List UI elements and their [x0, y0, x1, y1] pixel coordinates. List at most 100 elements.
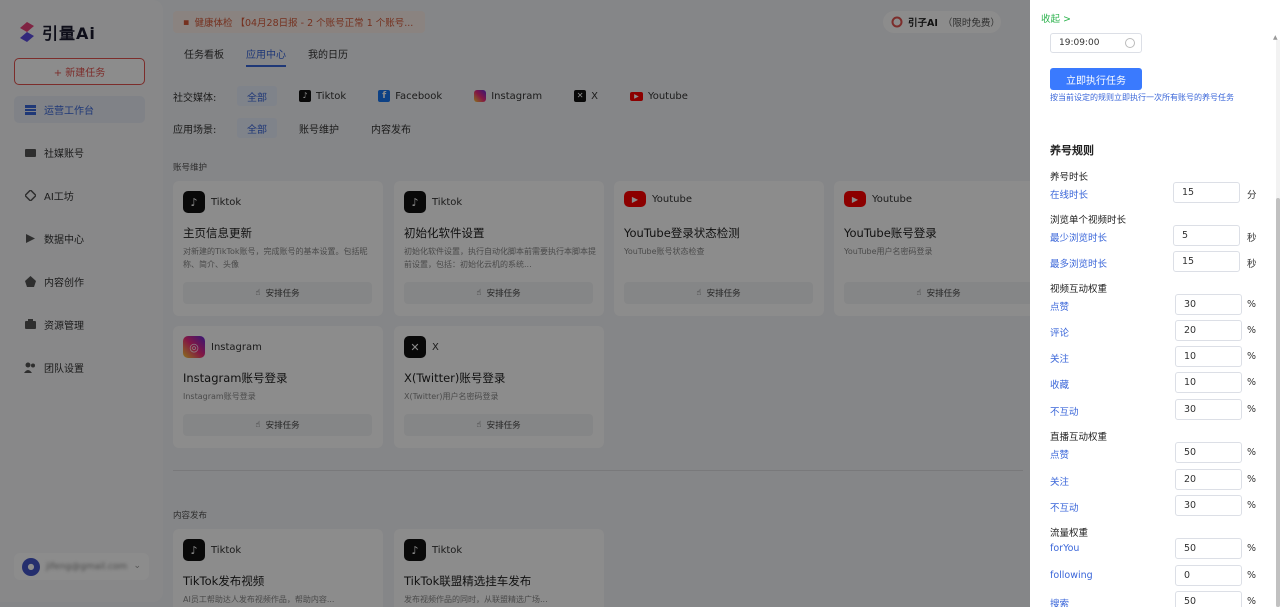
- main-app: 引量Ai + 新建任务 运营工作台 社媒账号 AI工坊 数据中心 内容创作 资源…: [0, 0, 1044, 607]
- execute-time-input[interactable]: 19:09:00: [1050, 33, 1142, 53]
- card-desc: 对新建的TikTok账号，完成账号的基本设置。包括昵称、简介、头像: [183, 247, 368, 269]
- filter-label: Youtube: [647, 90, 688, 102]
- sidebar-item-resources[interactable]: 资源管理: [14, 311, 145, 338]
- foryou-input[interactable]: 50: [1175, 538, 1242, 559]
- schedule-task-button[interactable]: ☝ 安排任务: [183, 282, 372, 304]
- schedule-task-button[interactable]: ☝ 安排任务: [844, 282, 1033, 304]
- card-desc: 初始化软件设置，执行自动化脚本前需要执行本脚本提前设置，包括：初始化云机的系统.…: [404, 247, 596, 269]
- tab-my-calendar[interactable]: 我的日历: [308, 46, 348, 67]
- ai-assistant-name: 引子AI: [908, 18, 938, 29]
- sidebar-item-content-create[interactable]: 内容创作: [14, 268, 145, 295]
- pointer-icon: ☝: [255, 420, 261, 430]
- sidebar-item-team[interactable]: 团队设置: [14, 354, 145, 381]
- sidebar-item-ai-workshop[interactable]: AI工坊: [14, 182, 145, 209]
- card-platform: ▶ Youtube: [624, 191, 692, 207]
- unit-video-none: %: [1247, 404, 1257, 415]
- sidebar-item-label: 数据中心: [44, 235, 84, 246]
- tab-task-board[interactable]: 任务看板: [184, 46, 224, 67]
- group-browse: 浏览单个视频时长: [1050, 215, 1127, 226]
- app-card[interactable]: ♪ Tiktok TikTok联盟精选挂车发布 发布视频作品的同时，从联盟精选广场…: [394, 529, 604, 607]
- new-task-button[interactable]: + 新建任务: [14, 58, 145, 85]
- online-duration-input[interactable]: 15: [1173, 182, 1240, 203]
- instagram-icon: [474, 90, 487, 102]
- schedule-task-button[interactable]: ☝ 安排任务: [404, 414, 593, 436]
- filter-all[interactable]: 全部: [237, 86, 277, 106]
- tab-app-center[interactable]: 应用中心: [246, 46, 286, 67]
- app-card[interactable]: ♪ Tiktok 主页信息更新 对新建的TikTok账号，完成账号的基本设置。包括…: [173, 181, 383, 316]
- button-label: 安排任务: [706, 289, 741, 299]
- button-label: 安排任务: [486, 289, 521, 299]
- collapse-button[interactable]: 收起 >: [1041, 11, 1071, 25]
- main-tabs: 任务看板 应用中心 我的日历: [184, 46, 348, 67]
- live-follow-input[interactable]: 20: [1175, 469, 1242, 490]
- unit-following: %: [1247, 570, 1257, 581]
- app-card[interactable]: ♪ Tiktok TikTok发布视频 AI员工帮助达人发布视频作品，帮助内容..…: [173, 529, 383, 607]
- label-video-comment: 评论: [1050, 328, 1070, 339]
- user-menu[interactable]: ● jifeng@gmail.com ⌄: [14, 553, 149, 580]
- section-publish: 内容发布: [173, 511, 208, 521]
- sidebar-item-workbench[interactable]: 运营工作台: [14, 96, 145, 123]
- app-card[interactable]: ▶ Youtube YouTube登录状态检测 YouTube账号状态检查 ☝ 安排…: [614, 181, 824, 316]
- button-label: 安排任务: [265, 289, 300, 299]
- label-video-none: 不互动: [1050, 407, 1079, 418]
- app-card[interactable]: ♪ Tiktok 初始化软件设置 初始化软件设置，执行自动化脚本前需要执行本脚本提…: [394, 181, 604, 316]
- search-weight-input[interactable]: 50: [1175, 591, 1242, 607]
- schedule-task-button[interactable]: ☝ 安排任务: [183, 414, 372, 436]
- label-max-browse: 最多浏览时长: [1050, 259, 1108, 270]
- ai-assistant-pill[interactable]: 引子AI （限时免费）: [883, 11, 1001, 33]
- card-platform: ♪ Tiktok: [404, 539, 462, 561]
- group-traffic-weight: 流量权重: [1050, 528, 1089, 539]
- filter-x[interactable]: ✕ X: [564, 86, 608, 106]
- filter-youtube[interactable]: ▶ Youtube: [620, 86, 698, 106]
- unit-live-follow: %: [1247, 474, 1257, 485]
- following-input[interactable]: 0: [1175, 565, 1242, 586]
- sidebar-item-social-accounts[interactable]: 社媒账号: [14, 139, 145, 166]
- social-filter-row: 社交媒体: 全部 ♪ Tiktok f Facebook Instagram ✕ X …: [173, 86, 710, 106]
- sidebar-item-data-center[interactable]: 数据中心: [14, 225, 145, 252]
- ai-ring-icon: [891, 16, 903, 28]
- min-browse-input[interactable]: 5: [1173, 225, 1240, 246]
- video-comment-input[interactable]: 20: [1175, 320, 1242, 341]
- team-icon: [24, 362, 36, 374]
- drawer-scroll-thumb[interactable]: [1276, 198, 1280, 607]
- run-description: 按当前设定的规则立即执行一次所有账号的养号任务: [1050, 93, 1234, 102]
- video-follow-input[interactable]: 10: [1175, 346, 1242, 367]
- run-now-button[interactable]: 立即执行任务: [1050, 68, 1142, 90]
- group-video-weight: 视频互动权重: [1050, 284, 1108, 295]
- health-notice[interactable]: ▪ 健康体检 【04月28日报 - 2 个账号正常 1 个账号...: [173, 11, 425, 33]
- card-platform: ♪ Tiktok: [183, 539, 241, 561]
- live-like-input[interactable]: 50: [1175, 442, 1242, 463]
- card-title: Instagram账号登录: [183, 371, 288, 385]
- unit-live-like: %: [1247, 447, 1257, 458]
- facebook-icon: f: [378, 90, 391, 102]
- video-none-input[interactable]: 30: [1175, 399, 1242, 420]
- filter-tiktok[interactable]: ♪ Tiktok: [289, 86, 356, 106]
- platform-name: Tiktok: [211, 544, 242, 556]
- video-like-input[interactable]: 30: [1175, 294, 1242, 315]
- filter-facebook[interactable]: f Facebook: [368, 86, 452, 106]
- app-card[interactable]: ▶ Youtube YouTube账号登录 YouTube用户名密码登录 ☝ 安排任…: [834, 181, 1044, 316]
- max-browse-input[interactable]: 15: [1173, 251, 1240, 272]
- pointer-icon: ☝: [255, 288, 261, 298]
- settings-drawer: 收起 > 19:09:00 立即执行任务 按当前设定的规则立即执行一次所有账号的…: [1030, 0, 1280, 607]
- app-card[interactable]: ✕ X X(Twitter)账号登录 X(Twitter)用户名密码登录 ☝ 安排任…: [394, 326, 604, 448]
- scroll-up-arrow-icon[interactable]: ▲: [1273, 34, 1278, 41]
- unit-video-follow: %: [1247, 351, 1257, 362]
- filter-instagram[interactable]: Instagram: [464, 86, 552, 106]
- label-following: following: [1050, 570, 1093, 581]
- schedule-task-button[interactable]: ☝ 安排任务: [404, 282, 593, 304]
- app-card[interactable]: ◎ Instagram Instagram账号登录 Instagram账号登录 ☝…: [173, 326, 383, 448]
- video-fav-input[interactable]: 10: [1175, 372, 1242, 393]
- scene-filter-label: 应用场景:: [173, 124, 217, 136]
- x-icon: ✕: [574, 90, 587, 102]
- schedule-task-button[interactable]: ☝ 安排任务: [624, 282, 813, 304]
- sidebar-item-label: 社媒账号: [44, 149, 84, 160]
- unit-foryou: %: [1247, 543, 1257, 554]
- sidebar-nav: 运营工作台 社媒账号 AI工坊 数据中心 内容创作 资源管理 团队设置: [14, 96, 145, 397]
- scene-maintain[interactable]: 账号维护: [289, 118, 349, 138]
- scene-all[interactable]: 全部: [237, 118, 277, 138]
- live-none-input[interactable]: 30: [1175, 495, 1242, 516]
- tiktok-icon: ♪: [183, 191, 205, 213]
- scene-publish[interactable]: 内容发布: [361, 118, 421, 138]
- unit-video-comment: %: [1247, 325, 1257, 336]
